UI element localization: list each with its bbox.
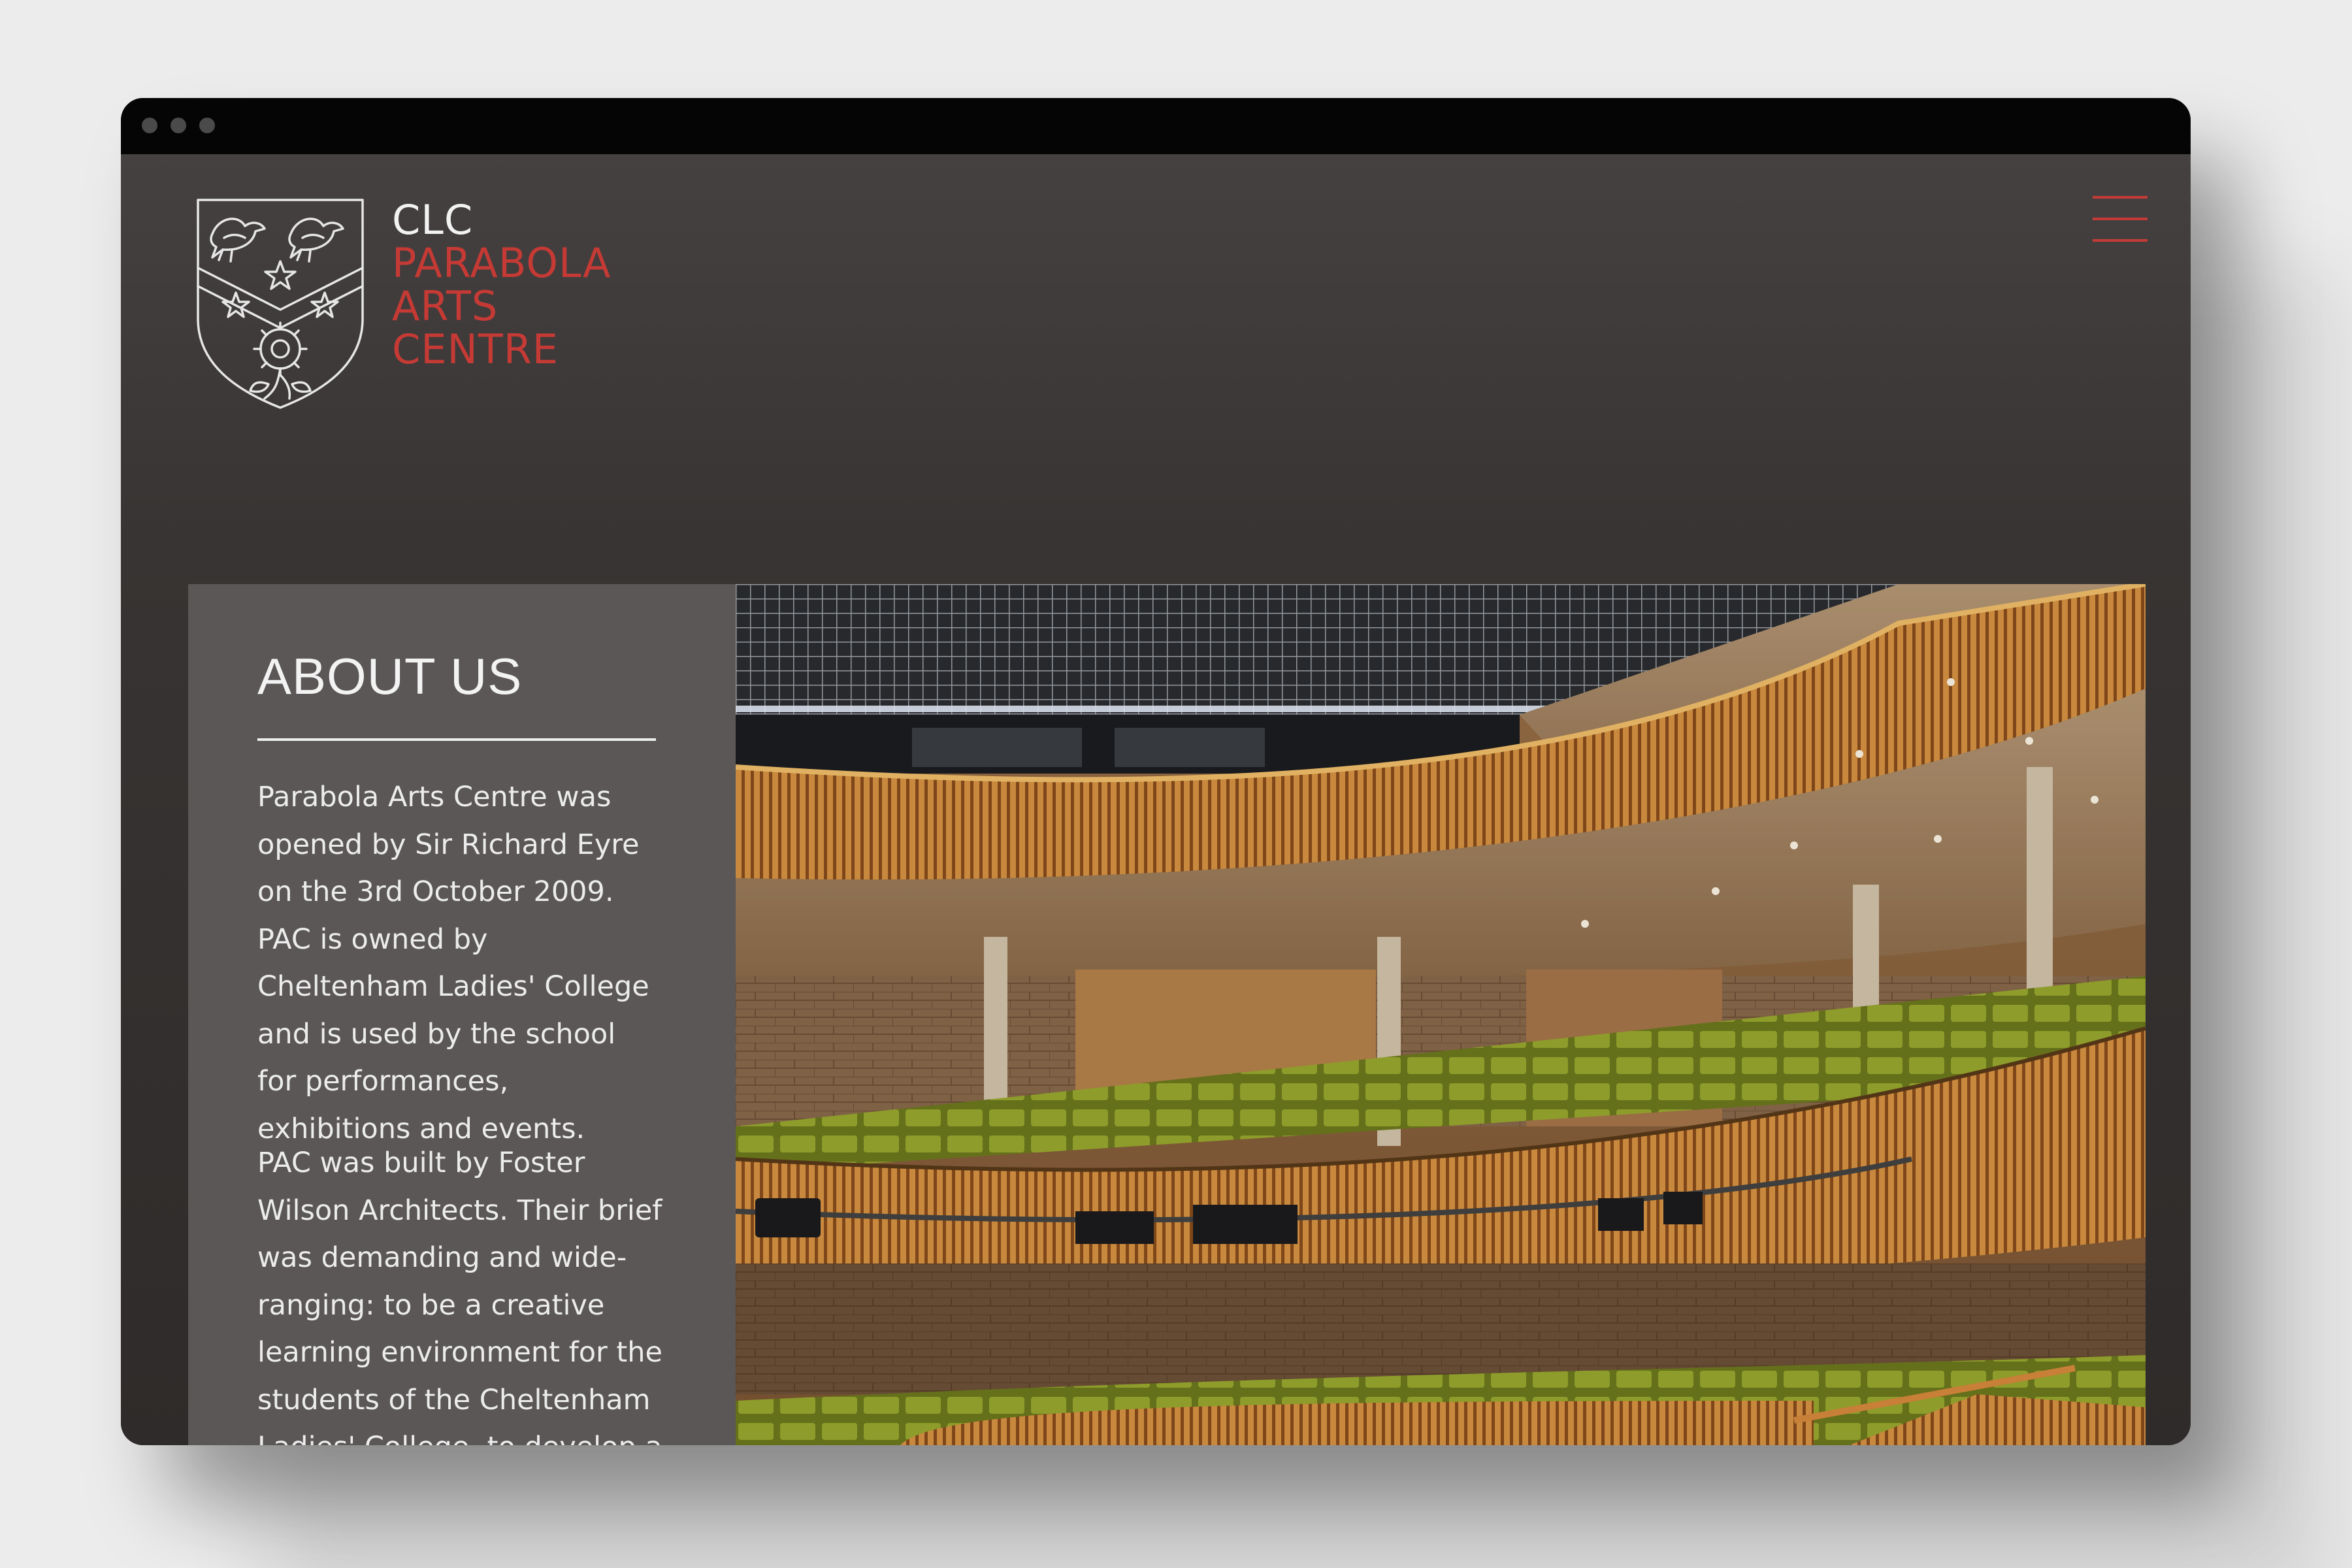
window-titlebar (121, 98, 2191, 154)
logo-line-centre: CENTRE (392, 325, 559, 373)
auditorium-interior-photo (736, 584, 2146, 1445)
about-heading: ABOUT US (257, 647, 523, 705)
logo-line-parabola: PARABOLA (392, 239, 612, 287)
logo-line-arts: ARTS (392, 282, 498, 330)
crest-logo-icon[interactable] (193, 195, 368, 410)
about-paragraph-1: Parabola Arts Centre was opened by Sir R… (257, 781, 649, 1145)
about-panel[interactable]: ABOUT US Parabola Arts Centre was opened… (188, 584, 736, 1445)
logo-wordmark[interactable]: CLC PARABOLA ARTS CENTRE (392, 199, 611, 371)
browser-window: CLC PARABOLA ARTS CENTRE ABOUT US Parabo… (121, 98, 2191, 1445)
about-paragraph-2: PAC was built by Foster Wilson Architect… (257, 1147, 662, 1445)
hamburger-menu-icon[interactable] (2093, 196, 2148, 242)
window-dot-1[interactable] (142, 118, 157, 133)
window-dot-2[interactable] (171, 118, 186, 133)
website-page: CLC PARABOLA ARTS CENTRE ABOUT US Parabo… (121, 154, 2191, 1445)
heading-divider (257, 738, 656, 741)
logo-line-clc: CLC (392, 196, 474, 244)
window-dot-3[interactable] (199, 118, 215, 133)
